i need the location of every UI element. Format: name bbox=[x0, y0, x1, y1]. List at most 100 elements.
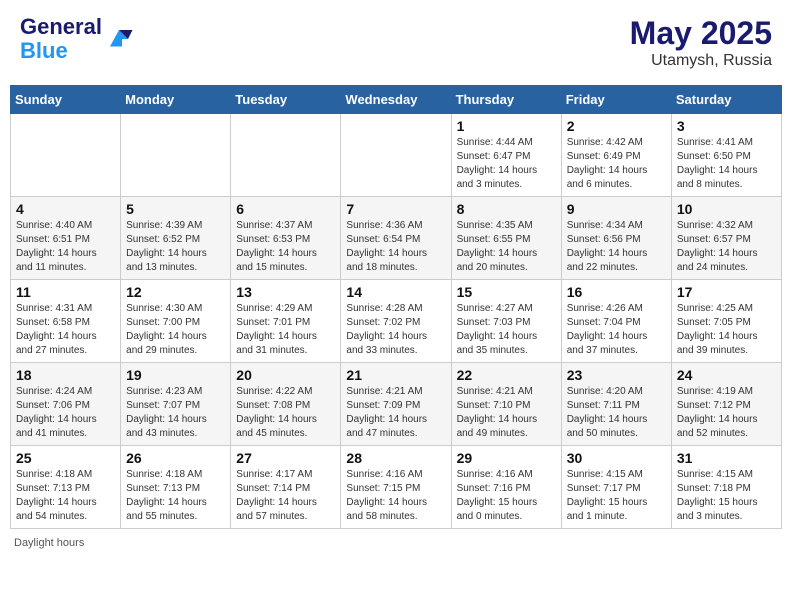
day-number: 10 bbox=[677, 201, 776, 217]
day-cell bbox=[341, 114, 451, 197]
day-number: 18 bbox=[16, 367, 115, 383]
day-info: Sunrise: 4:35 AM Sunset: 6:55 PM Dayligh… bbox=[457, 219, 556, 275]
day-cell: 29 Sunrise: 4:16 AM Sunset: 7:16 PM Dayli… bbox=[451, 446, 561, 529]
day-number: 14 bbox=[346, 284, 445, 300]
day-number: 30 bbox=[567, 450, 666, 466]
day-number: 19 bbox=[126, 367, 225, 383]
day-info: Sunrise: 4:30 AM Sunset: 7:00 PM Dayligh… bbox=[126, 302, 225, 358]
day-info: Sunrise: 4:21 AM Sunset: 7:10 PM Dayligh… bbox=[457, 385, 556, 441]
day-header-saturday: Saturday bbox=[671, 86, 781, 114]
day-cell: 2Sunrise: 4:42 AM Sunset: 6:49 PM Daylig… bbox=[561, 114, 671, 197]
day-number: 5 bbox=[126, 201, 225, 217]
day-info: Sunrise: 4:40 AM Sunset: 6:51 PM Dayligh… bbox=[16, 219, 115, 275]
day-number: 27 bbox=[236, 450, 335, 466]
day-number: 8 bbox=[457, 201, 556, 217]
day-number: 25 bbox=[16, 450, 115, 466]
logo: GeneralBlue bbox=[20, 15, 134, 63]
day-cell: 25 Sunrise: 4:18 AM Sunset: 7:13 PM Dayli… bbox=[11, 446, 121, 529]
day-cell: 3Sunrise: 4:41 AM Sunset: 6:50 PM Daylig… bbox=[671, 114, 781, 197]
day-number: 22 bbox=[457, 367, 556, 383]
day-info: Sunrise: 4:18 AM Sunset: 7:13 PM Dayligh… bbox=[16, 468, 115, 524]
day-info: Sunrise: 4:15 AM Sunset: 7:17 PM Dayligh… bbox=[567, 468, 666, 524]
day-cell: 22 Sunrise: 4:21 AM Sunset: 7:10 PM Dayli… bbox=[451, 363, 561, 446]
day-info: Sunrise: 4:17 AM Sunset: 7:14 PM Dayligh… bbox=[236, 468, 335, 524]
day-cell: 23 Sunrise: 4:20 AM Sunset: 7:11 PM Dayli… bbox=[561, 363, 671, 446]
day-info: Sunrise: 4:20 AM Sunset: 7:11 PM Dayligh… bbox=[567, 385, 666, 441]
day-cell: 1 Sunrise: 4:44 AM Sunset: 6:47 PM Daylig… bbox=[451, 114, 561, 197]
day-cell: 28 Sunrise: 4:16 AM Sunset: 7:15 PM Dayli… bbox=[341, 446, 451, 529]
day-number: 23 bbox=[567, 367, 666, 383]
day-info: Sunrise: 4:23 AM Sunset: 7:07 PM Dayligh… bbox=[126, 385, 225, 441]
subtitle: Utamysh, Russia bbox=[630, 52, 772, 70]
day-header-sunday: Sunday bbox=[11, 86, 121, 114]
day-number: 9 bbox=[567, 201, 666, 217]
logo-text: GeneralBlue bbox=[20, 15, 102, 63]
page-header: GeneralBlue May 2025 Utamysh, Russia bbox=[10, 10, 782, 75]
day-info: Sunrise: 4:15 AM Sunset: 7:18 PM Dayligh… bbox=[677, 468, 776, 524]
day-cell: 8 Sunrise: 4:35 AM Sunset: 6:55 PM Daylig… bbox=[451, 197, 561, 280]
day-number: 28 bbox=[346, 450, 445, 466]
day-number: 6 bbox=[236, 201, 335, 217]
day-cell: 5 Sunrise: 4:39 AM Sunset: 6:52 PM Daylig… bbox=[121, 197, 231, 280]
day-cell: 4Sunrise: 4:40 AM Sunset: 6:51 PM Daylig… bbox=[11, 197, 121, 280]
day-header-wednesday: Wednesday bbox=[341, 86, 451, 114]
day-cell bbox=[11, 114, 121, 197]
calendar-body: 1 Sunrise: 4:44 AM Sunset: 6:47 PM Daylig… bbox=[11, 114, 782, 529]
day-info: Sunrise: 4:39 AM Sunset: 6:52 PM Dayligh… bbox=[126, 219, 225, 275]
day-cell: 10Sunrise: 4:32 AM Sunset: 6:57 PM Dayli… bbox=[671, 197, 781, 280]
day-header-friday: Friday bbox=[561, 86, 671, 114]
day-info: Sunrise: 4:21 AM Sunset: 7:09 PM Dayligh… bbox=[346, 385, 445, 441]
day-number: 17 bbox=[677, 284, 776, 300]
week-row-4: 18 Sunrise: 4:24 AM Sunset: 7:06 PM Dayli… bbox=[11, 363, 782, 446]
calendar-table: SundayMondayTuesdayWednesdayThursdayFrid… bbox=[10, 85, 782, 529]
day-number: 13 bbox=[236, 284, 335, 300]
day-cell: 21 Sunrise: 4:21 AM Sunset: 7:09 PM Dayli… bbox=[341, 363, 451, 446]
day-cell: 27 Sunrise: 4:17 AM Sunset: 7:14 PM Dayli… bbox=[231, 446, 341, 529]
day-info: Sunrise: 4:31 AM Sunset: 6:58 PM Dayligh… bbox=[16, 302, 115, 358]
day-cell: 15Sunrise: 4:27 AM Sunset: 7:03 PM Dayli… bbox=[451, 280, 561, 363]
day-number: 21 bbox=[346, 367, 445, 383]
day-cell: 19 Sunrise: 4:23 AM Sunset: 7:07 PM Dayli… bbox=[121, 363, 231, 446]
title-block: May 2025 Utamysh, Russia bbox=[630, 15, 772, 70]
day-cell: 7Sunrise: 4:36 AM Sunset: 6:54 PM Daylig… bbox=[341, 197, 451, 280]
main-title: May 2025 bbox=[630, 15, 772, 52]
day-cell: 24 Sunrise: 4:19 AM Sunset: 7:12 PM Dayli… bbox=[671, 363, 781, 446]
day-info: Sunrise: 4:28 AM Sunset: 7:02 PM Dayligh… bbox=[346, 302, 445, 358]
day-number: 29 bbox=[457, 450, 556, 466]
day-cell: 14 Sunrise: 4:28 AM Sunset: 7:02 PM Dayli… bbox=[341, 280, 451, 363]
day-header-monday: Monday bbox=[121, 86, 231, 114]
day-cell bbox=[231, 114, 341, 197]
day-info: Sunrise: 4:18 AM Sunset: 7:13 PM Dayligh… bbox=[126, 468, 225, 524]
day-number: 16 bbox=[567, 284, 666, 300]
day-cell: 12Sunrise: 4:30 AM Sunset: 7:00 PM Dayli… bbox=[121, 280, 231, 363]
week-row-2: 4Sunrise: 4:40 AM Sunset: 6:51 PM Daylig… bbox=[11, 197, 782, 280]
day-number: 26 bbox=[126, 450, 225, 466]
day-number: 1 bbox=[457, 118, 556, 134]
day-cell: 13Sunrise: 4:29 AM Sunset: 7:01 PM Dayli… bbox=[231, 280, 341, 363]
day-cell: 17 Sunrise: 4:25 AM Sunset: 7:05 PM Dayli… bbox=[671, 280, 781, 363]
day-info: Sunrise: 4:24 AM Sunset: 7:06 PM Dayligh… bbox=[16, 385, 115, 441]
day-info: Sunrise: 4:44 AM Sunset: 6:47 PM Dayligh… bbox=[457, 136, 556, 192]
day-info: Sunrise: 4:19 AM Sunset: 7:12 PM Dayligh… bbox=[677, 385, 776, 441]
day-number: 24 bbox=[677, 367, 776, 383]
day-cell: 18 Sunrise: 4:24 AM Sunset: 7:06 PM Dayli… bbox=[11, 363, 121, 446]
day-number: 7 bbox=[346, 201, 445, 217]
day-info: Sunrise: 4:16 AM Sunset: 7:15 PM Dayligh… bbox=[346, 468, 445, 524]
day-cell: 6 Sunrise: 4:37 AM Sunset: 6:53 PM Daylig… bbox=[231, 197, 341, 280]
day-header-tuesday: Tuesday bbox=[231, 86, 341, 114]
days-header-row: SundayMondayTuesdayWednesdayThursdayFrid… bbox=[11, 86, 782, 114]
day-number: 2 bbox=[567, 118, 666, 134]
day-info: Sunrise: 4:16 AM Sunset: 7:16 PM Dayligh… bbox=[457, 468, 556, 524]
day-cell: 26 Sunrise: 4:18 AM Sunset: 7:13 PM Dayli… bbox=[121, 446, 231, 529]
day-number: 31 bbox=[677, 450, 776, 466]
day-cell: 20Sunrise: 4:22 AM Sunset: 7:08 PM Dayli… bbox=[231, 363, 341, 446]
day-cell: 9Sunrise: 4:34 AM Sunset: 6:56 PM Daylig… bbox=[561, 197, 671, 280]
day-info: Sunrise: 4:37 AM Sunset: 6:53 PM Dayligh… bbox=[236, 219, 335, 275]
day-info: Sunrise: 4:27 AM Sunset: 7:03 PM Dayligh… bbox=[457, 302, 556, 358]
day-cell bbox=[121, 114, 231, 197]
day-number: 20 bbox=[236, 367, 335, 383]
week-row-1: 1 Sunrise: 4:44 AM Sunset: 6:47 PM Daylig… bbox=[11, 114, 782, 197]
day-number: 11 bbox=[16, 284, 115, 300]
day-header-thursday: Thursday bbox=[451, 86, 561, 114]
day-info: Sunrise: 4:25 AM Sunset: 7:05 PM Dayligh… bbox=[677, 302, 776, 358]
